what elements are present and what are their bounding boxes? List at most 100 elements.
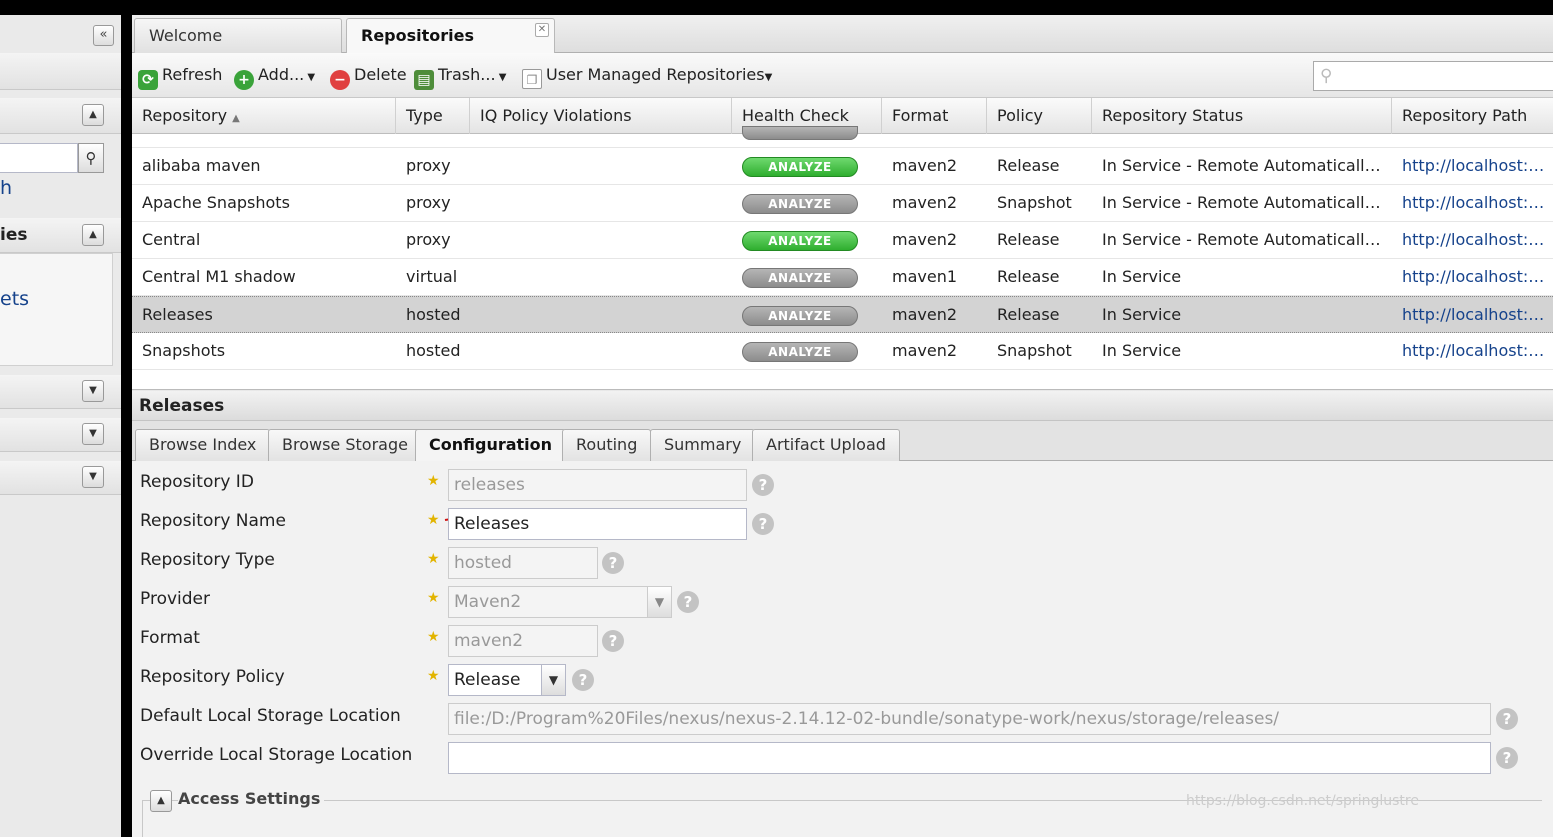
cell-policy: Release bbox=[997, 305, 1060, 324]
help-icon[interactable]: ? bbox=[677, 591, 699, 613]
sidebar-search-input[interactable] bbox=[0, 143, 78, 173]
section-collapse-toggle[interactable]: ▲ bbox=[82, 104, 104, 126]
refresh-button[interactable]: ⟳ Refresh bbox=[138, 62, 222, 90]
default-storage-label: Default Local Storage Location bbox=[140, 706, 401, 726]
table-row-partial[interactable] bbox=[132, 126, 1553, 148]
cell-type: hosted bbox=[406, 341, 461, 360]
configuration-form: Repository ID ★ releases ? Repository Na… bbox=[132, 461, 1553, 837]
table-row[interactable]: Releases hosted maven2 Release In Service htt… bbox=[132, 296, 1553, 333]
user-managed-repositories-button[interactable]: ❐ User Managed Repositories▼ bbox=[522, 62, 772, 89]
repository-name-field[interactable]: Releases bbox=[448, 508, 747, 540]
access-settings-toggle[interactable]: ▲ bbox=[150, 790, 172, 812]
analyze-button[interactable]: ANALYZE bbox=[742, 231, 858, 251]
table-row[interactable]: Apache Snapshots proxy maven2 Snapshot In Se… bbox=[132, 185, 1553, 222]
trash-label: Trash... bbox=[438, 65, 496, 84]
repository-policy-select[interactable]: Release bbox=[448, 664, 542, 696]
cell-iq-policy bbox=[470, 297, 732, 334]
dropdown-arrow-icon: ▼ bbox=[495, 72, 507, 83]
help-icon[interactable]: ? bbox=[752, 513, 774, 535]
cell-format: maven2 bbox=[892, 230, 958, 249]
cell-path[interactable]: http://localhost:8081… bbox=[1392, 185, 1553, 222]
repositories-icon: ❐ bbox=[522, 69, 542, 89]
tab-welcome[interactable]: Welcome bbox=[134, 18, 342, 53]
analyze-button[interactable]: ANALYZE bbox=[742, 306, 858, 326]
help-icon[interactable]: ? bbox=[602, 552, 624, 574]
delete-label: Delete bbox=[354, 65, 407, 84]
close-tab-icon[interactable]: ✕ bbox=[535, 23, 549, 37]
add-button[interactable]: + Add... ▼ bbox=[234, 62, 315, 90]
help-icon[interactable]: ? bbox=[1496, 708, 1518, 730]
sidebar-header-band bbox=[0, 53, 121, 90]
sidebar-item-targets[interactable]: ets bbox=[0, 288, 29, 310]
section-collapse-toggle[interactable]: ▲ bbox=[82, 224, 104, 246]
delete-button[interactable]: − Delete bbox=[330, 62, 407, 90]
help-icon[interactable]: ? bbox=[602, 630, 624, 652]
repository-name-label: Repository Name bbox=[140, 511, 286, 531]
cell-path[interactable]: http://localhost:8081… bbox=[1392, 333, 1553, 370]
cell-path[interactable]: http://localhost:8081… bbox=[1392, 148, 1553, 185]
table-row[interactable]: Snapshots hosted maven2 Snapshot In Service h… bbox=[132, 333, 1553, 370]
column-header-path[interactable]: Repository Path bbox=[1392, 98, 1553, 134]
cell-repository: Central M1 shadow bbox=[142, 267, 296, 286]
chevron-down-icon: ▼ bbox=[647, 586, 672, 618]
cell-path[interactable]: http://localhost:8081… bbox=[1392, 259, 1553, 296]
panel-divider bbox=[121, 15, 132, 837]
tab-routing[interactable]: Routing bbox=[562, 429, 652, 462]
default-storage-field: file:/D:/Program%20Files/nexus/nexus-2.1… bbox=[448, 703, 1491, 735]
section-expand-toggle[interactable]: ▼ bbox=[82, 466, 104, 488]
help-icon[interactable]: ? bbox=[752, 474, 774, 496]
section-expand-toggle[interactable]: ▼ bbox=[82, 423, 104, 445]
column-header-iq-policy[interactable]: IQ Policy Violations bbox=[470, 98, 732, 134]
column-header-type[interactable]: Type bbox=[396, 98, 470, 134]
cell-path[interactable]: http://localhost:8081… bbox=[1392, 297, 1553, 334]
tab-configuration[interactable]: Configuration bbox=[415, 429, 567, 463]
detail-tab-strip: Browse Index Browse Storage Configuratio… bbox=[132, 421, 1553, 463]
required-star-icon: ★ bbox=[427, 590, 440, 606]
trash-button[interactable]: ▤ Trash... ▼ bbox=[414, 62, 507, 90]
cell-type: proxy bbox=[406, 156, 451, 175]
chevron-down-icon[interactable]: ▼ bbox=[541, 664, 566, 696]
cell-status: In Service bbox=[1102, 341, 1182, 360]
required-star-icon: ★ bbox=[427, 668, 440, 684]
repository-policy-label: Repository Policy bbox=[140, 667, 285, 687]
tab-artifact-upload[interactable]: Artifact Upload bbox=[752, 429, 900, 462]
cell-type: proxy bbox=[406, 230, 451, 249]
analyze-button[interactable]: ANALYZE bbox=[742, 157, 858, 177]
required-star-icon: ★ bbox=[427, 473, 440, 489]
tab-summary[interactable]: Summary bbox=[650, 429, 756, 462]
sidebar-advanced-search-link[interactable]: h bbox=[0, 177, 12, 199]
column-header-repository[interactable]: Repository ▲ bbox=[132, 98, 396, 134]
override-storage-field[interactable] bbox=[448, 742, 1491, 774]
tab-browse-index[interactable]: Browse Index bbox=[135, 429, 271, 462]
repository-type-field: hosted bbox=[448, 547, 598, 579]
sidebar-search-button[interactable]: ⚲ bbox=[78, 143, 104, 173]
sidebar-section-collapsed-2: ▼ bbox=[0, 418, 121, 452]
table-row[interactable]: Central M1 shadow virtual maven1 Release In … bbox=[132, 259, 1553, 296]
column-label: Repository bbox=[142, 106, 228, 125]
collapse-sidebar-button[interactable]: « bbox=[93, 25, 114, 46]
cell-format: maven2 bbox=[892, 305, 958, 324]
format-field: maven2 bbox=[448, 625, 598, 657]
delete-icon: − bbox=[330, 70, 350, 90]
section-expand-toggle[interactable]: ▼ bbox=[82, 380, 104, 402]
column-header-format[interactable]: Format bbox=[882, 98, 987, 134]
cell-path[interactable]: http://localhost:8081… bbox=[1392, 222, 1553, 259]
analyze-button[interactable]: ANALYZE bbox=[742, 268, 858, 288]
analyze-button[interactable]: ANALYZE bbox=[742, 194, 858, 214]
table-row[interactable]: Central proxy maven2 Release In Service - Re… bbox=[132, 222, 1553, 259]
tab-browse-storage[interactable]: Browse Storage bbox=[268, 429, 422, 462]
required-star-icon: ★ bbox=[427, 629, 440, 645]
repositories-grid: Repository ▲ Type IQ Policy Violations H… bbox=[132, 98, 1553, 390]
table-row[interactable]: alibaba maven proxy maven2 Release In Servic… bbox=[132, 148, 1553, 185]
toolbar: ⟳ Refresh + Add... ▼ − Delete ▤ Trash... ▼ ❐… bbox=[132, 53, 1553, 98]
help-icon[interactable]: ? bbox=[572, 669, 594, 691]
cell-repository: alibaba maven bbox=[142, 156, 261, 175]
help-icon[interactable]: ? bbox=[1496, 747, 1518, 769]
tab-repositories[interactable]: Repositories ✕ bbox=[346, 18, 555, 53]
sidebar-repositories-panel: ets bbox=[0, 253, 113, 366]
cell-format: maven2 bbox=[892, 193, 958, 212]
column-header-policy[interactable]: Policy bbox=[987, 98, 1092, 134]
grid-search-input[interactable]: ⚲ bbox=[1313, 61, 1553, 91]
column-header-status[interactable]: Repository Status bbox=[1092, 98, 1392, 134]
analyze-button[interactable]: ANALYZE bbox=[742, 342, 858, 362]
